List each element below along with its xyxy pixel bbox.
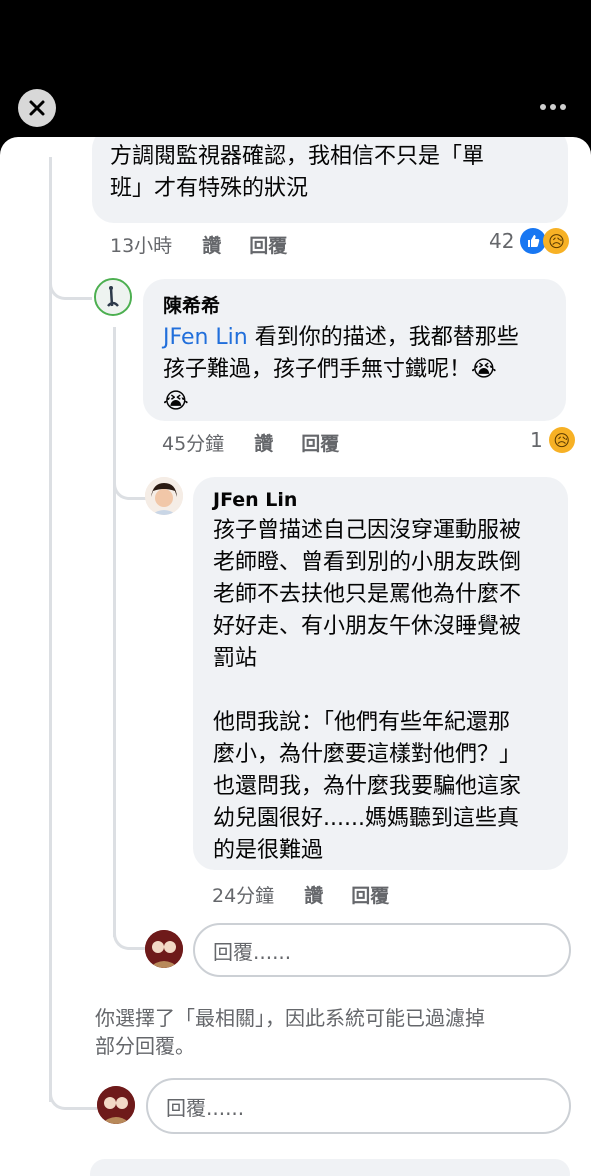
user-avatar[interactable]	[97, 1086, 135, 1124]
comment-meta: 13小時 讚 回覆	[110, 231, 287, 258]
thread-connector	[49, 1077, 97, 1110]
reply-placeholder: 回覆......	[166, 1095, 245, 1120]
thread-connector	[113, 917, 146, 950]
comment-time[interactable]: 13小時	[110, 231, 172, 258]
comment-composer[interactable]	[90, 1159, 570, 1176]
reply-placeholder: 回覆......	[213, 939, 292, 964]
reactions-summary[interactable]: 1 😥	[530, 427, 575, 453]
reply-button[interactable]: 回覆	[351, 881, 389, 908]
comment-bubble[interactable]: 陳希希 JFen Lin 看到你的描述，我都替那些 孩子難過，孩子們手無寸鐵呢！…	[143, 279, 566, 421]
reply-input[interactable]: 回覆......	[146, 1078, 571, 1134]
reply-button[interactable]: 回覆	[301, 429, 339, 456]
more-dot	[550, 104, 556, 110]
reply-button[interactable]: 回覆	[249, 231, 287, 258]
more-dot	[540, 104, 546, 110]
reactions-summary[interactable]: 42 😥	[489, 228, 570, 254]
like-button[interactable]: 讚	[254, 429, 273, 456]
more-dot	[560, 104, 566, 110]
avatar[interactable]	[145, 477, 183, 515]
close-icon	[29, 100, 45, 116]
thread-line-main	[49, 157, 52, 1102]
avatar[interactable]	[94, 278, 132, 316]
thread-line-nested	[113, 327, 116, 937]
top-bar	[0, 0, 591, 140]
comment-bubble[interactable]: 方調閱監視器確認，我相信不只是「單 班」才有特殊的狀況	[92, 137, 568, 223]
thread-connector	[113, 467, 146, 500]
comment-text: 孩子曾描述自己因沒穿運動服被 老師瞪、曾看到別的小朋友跌倒 老師不去扶他只是罵他…	[213, 518, 522, 863]
sad-icon: 😥	[548, 427, 575, 453]
like-button[interactable]: 讚	[202, 231, 221, 258]
comment-time[interactable]: 24分鐘	[212, 881, 274, 908]
user-avatar[interactable]	[145, 930, 183, 968]
comment-meta: 45分鐘 讚 回覆	[162, 429, 339, 456]
comment-meta: 24分鐘 讚 回覆	[212, 881, 389, 908]
reply-input[interactable]: 回覆......	[193, 923, 571, 977]
close-button[interactable]	[18, 89, 56, 127]
sad-icon: 😥	[543, 228, 570, 254]
more-options-button[interactable]	[540, 100, 568, 114]
comment-time[interactable]: 45分鐘	[162, 429, 224, 456]
comment-text: 方調閱監視器確認，我相信不只是「單 班」才有特殊的狀況	[110, 144, 485, 201]
comment-author[interactable]: JFen Lin	[213, 489, 548, 511]
comment-author[interactable]: 陳希希	[163, 291, 546, 318]
reaction-count: 42	[489, 229, 515, 253]
comments-sheet: 方調閱監視器確認，我相信不只是「單 班」才有特殊的狀況 13小時 讚 回覆 42…	[0, 137, 591, 1176]
reaction-count: 1	[530, 428, 543, 452]
comment-text: JFen Lin 看到你的描述，我都替那些 孩子難過，孩子們手無寸鐵呢！😭 😭	[163, 322, 546, 418]
comment-bubble[interactable]: JFen Lin 孩子曾描述自己因沒穿運動服被 老師瞪、曾看到別的小朋友跌倒 老…	[193, 477, 568, 870]
like-button[interactable]: 讚	[304, 881, 323, 908]
filter-notice: 你選擇了「最相關」，因此系統可能已過濾掉 部分回覆。	[95, 1006, 485, 1058]
mention-link[interactable]: JFen Lin	[163, 325, 248, 350]
thread-connector	[49, 267, 92, 300]
